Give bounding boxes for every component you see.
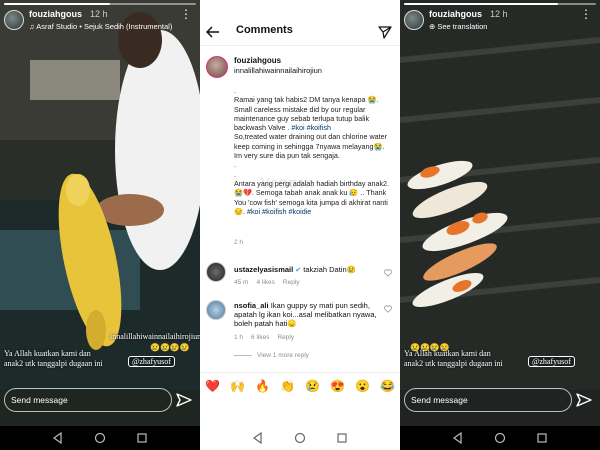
- home-nav-icon[interactable]: [294, 432, 306, 444]
- comment-likes[interactable]: 4 likes: [256, 279, 274, 286]
- android-nav-bar: [400, 426, 600, 450]
- story-progress-bar: [404, 3, 596, 5]
- back-arrow-icon[interactable]: [206, 26, 220, 38]
- page-title: Comments: [236, 24, 293, 36]
- comment-reply-button[interactable]: Reply: [277, 334, 294, 341]
- like-heart-icon[interactable]: [384, 269, 392, 277]
- comment-meta: 1 h 6 likes Reply: [234, 334, 302, 341]
- story-progress-bar: [4, 3, 196, 5]
- story-username[interactable]: fouziahgous: [429, 9, 482, 19]
- send-message-placeholder: Send message: [411, 395, 468, 405]
- post-hashtags-1[interactable]: #koi #koifish: [291, 123, 331, 132]
- post-hashtags-2[interactable]: #koi #koifish #koidie: [247, 207, 311, 216]
- story-username[interactable]: fouziahgous: [29, 9, 82, 19]
- avatar[interactable]: [404, 10, 424, 30]
- see-translation-link[interactable]: ⊕ See translation: [429, 22, 487, 31]
- story-music-label[interactable]: ♫ Asraf Studio • Sejuk Sedih (Instrument…: [29, 22, 172, 31]
- story-header: fouziahgous 12 h ⊕ See translation ⋮: [404, 8, 596, 38]
- comment-text: ustazelyasismail ✔ takziah Datin😢: [234, 265, 356, 274]
- story-caption-left: Ya Allah kuatkan kami dan anak2 utk tang…: [404, 349, 503, 368]
- android-nav-bar: [0, 426, 200, 450]
- story-timestamp: 12 h: [490, 9, 508, 19]
- comment-username[interactable]: ustazelyasismail: [234, 265, 293, 274]
- reaction-emoji-button[interactable]: 😢: [305, 379, 320, 393]
- story-caption-left: Ya Allah kuatkan kami dan anak2 utk tang…: [4, 349, 103, 368]
- view-more-replies-link[interactable]: View 1 more reply: [234, 352, 309, 359]
- comment-time: 1 h: [234, 334, 244, 341]
- story-timestamp: 12 h: [90, 9, 108, 19]
- home-nav-icon[interactable]: [494, 432, 506, 444]
- story-header: fouziahgous 12 h ♫ Asraf Studio • Sejuk …: [4, 8, 196, 38]
- see-translation-label: See translation: [437, 22, 488, 31]
- reaction-emoji-button[interactable]: 👏: [280, 379, 295, 393]
- watermark: Vroom: [260, 175, 315, 192]
- post-author-avatar[interactable]: [206, 56, 228, 78]
- story-caption-right: innalillahiwainnailaihirojiun: [110, 332, 200, 341]
- home-nav-icon[interactable]: [94, 432, 106, 444]
- reaction-emoji-button[interactable]: 😍: [330, 379, 345, 393]
- reaction-emoji-button[interactable]: 🙌: [230, 379, 245, 393]
- comment-username[interactable]: nsofia_ali: [234, 301, 269, 310]
- post-username[interactable]: fouziahgous: [234, 56, 281, 65]
- comment-likes[interactable]: 6 likes: [251, 334, 269, 341]
- story-panel-left: fouziahgous 12 h ♫ Asraf Studio • Sejuk …: [0, 0, 200, 450]
- mention-sticker[interactable]: @zhafyusof: [128, 356, 175, 367]
- send-message-input[interactable]: Send message: [404, 388, 572, 412]
- comment-text: nsofia_ali Ikan guppy sy mati pun sedih,…: [234, 301, 384, 328]
- story-image-koi-fish: [400, 0, 600, 390]
- reaction-emoji-button[interactable]: 😂: [380, 379, 395, 393]
- send-message-placeholder: Send message: [11, 395, 68, 405]
- recents-nav-icon[interactable]: [336, 432, 348, 444]
- more-options-icon[interactable]: ⋮: [580, 8, 592, 20]
- back-nav-icon[interactable]: [252, 432, 264, 444]
- like-heart-icon[interactable]: [384, 305, 392, 313]
- story-panel-right: fouziahgous 12 h ⊕ See translation ⋮ 😢😢😢…: [400, 0, 600, 450]
- comment-avatar[interactable]: [206, 300, 226, 320]
- post-caption: . Ramai yang tak habis2 DM tanya kenapa …: [234, 86, 394, 216]
- post-timestamp: 2 h: [234, 239, 244, 246]
- comment-meta: 45 m 4 likes Reply: [234, 279, 308, 286]
- story-progress-fill: [404, 3, 558, 5]
- avatar[interactable]: [4, 10, 24, 30]
- send-icon[interactable]: [176, 392, 192, 408]
- comment-time: 45 m: [234, 279, 249, 286]
- reaction-emoji-button[interactable]: 😮: [355, 379, 370, 393]
- comment-avatar[interactable]: [206, 262, 226, 282]
- quick-reactions-bar: ❤️ 🙌 🔥 👏 😢 😍 😮 😂: [200, 372, 400, 398]
- back-nav-icon[interactable]: [452, 432, 464, 444]
- comment-reply-button[interactable]: Reply: [283, 279, 300, 286]
- recents-nav-icon[interactable]: [536, 432, 548, 444]
- comments-header: Comments: [200, 0, 400, 46]
- back-nav-icon[interactable]: [52, 432, 64, 444]
- comments-panel: Comments fouziahgous innalillahiwainnail…: [200, 0, 400, 450]
- story-progress-fill: [4, 3, 110, 5]
- more-options-icon[interactable]: ⋮: [180, 8, 192, 20]
- send-icon[interactable]: [576, 392, 592, 408]
- mention-sticker[interactable]: @zhafyusof: [528, 356, 575, 367]
- comment-body: takziah Datin😢: [303, 265, 356, 274]
- send-message-input[interactable]: Send message: [4, 388, 172, 412]
- reaction-emoji-button[interactable]: 🔥: [255, 379, 270, 393]
- recents-nav-icon[interactable]: [136, 432, 148, 444]
- story-emoji-row: 😢😢😢😢: [150, 343, 190, 352]
- post-headline: innalillahiwainnailaihirojiun: [234, 66, 322, 75]
- android-nav-bar: [200, 426, 400, 450]
- share-icon[interactable]: [378, 25, 392, 39]
- reaction-emoji-button[interactable]: ❤️: [205, 379, 220, 393]
